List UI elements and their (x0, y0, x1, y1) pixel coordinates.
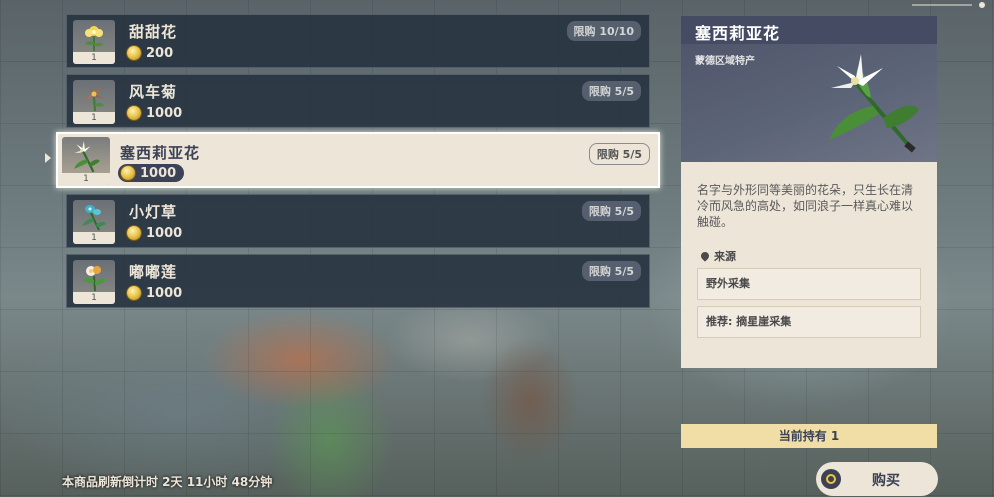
corner-ornament-icon (912, 2, 985, 8)
item-thumbnail: 1 (73, 200, 115, 244)
item-quantity: 1 (73, 232, 115, 244)
shop-item-sweet-flower[interactable]: 1 甜甜花 200 限购 10/10 (66, 14, 650, 68)
item-price: 1000 (127, 284, 182, 302)
purchase-limit-badge: 限购 5/5 (581, 81, 641, 101)
item-quantity: 1 (73, 292, 115, 304)
item-thumbnail: 1 (73, 80, 115, 124)
owned-count-bar: 当前持有 1 (681, 424, 937, 448)
purchase-limit-badge: 限购 5/5 (588, 143, 650, 165)
detail-header: 塞西莉亚花 蒙德区域特产 (681, 16, 937, 162)
shop-item-small-lamp-grass[interactable]: 1 小灯草 1000 限购 5/5 (66, 194, 650, 248)
source-heading: 来源 (699, 248, 736, 264)
item-price: 1000 (127, 224, 182, 242)
item-thumbnail: 1 (62, 137, 110, 185)
refresh-countdown: 本商品刷新倒计时 2天 11小时 48分钟 (62, 475, 273, 489)
detail-title-bar: 塞西莉亚花 (681, 16, 937, 44)
small-lamp-grass-icon (82, 205, 106, 231)
location-pin-icon (699, 250, 711, 262)
mora-coin-icon (127, 226, 141, 240)
sweet-flower-icon (85, 26, 103, 51)
source-heading-text: 来源 (714, 250, 736, 263)
item-detail-panel: 塞西莉亚花 蒙德区域特产 名字与外形同等美丽的花朵，只生长在清冷而风急的高处，如… (681, 16, 937, 368)
mora-coin-icon (121, 166, 135, 180)
item-name: 小灯草 (129, 203, 178, 221)
confirm-circle-icon (821, 469, 841, 489)
selection-arrow-icon (45, 153, 51, 163)
price-value: 200 (146, 45, 174, 61)
buy-button-label: 购买 (872, 473, 900, 489)
purchase-limit-badge: 限购 5/5 (581, 201, 641, 221)
mora-coin-icon (127, 106, 141, 120)
item-name: 塞西莉亚花 (120, 144, 201, 162)
price-value: 1000 (146, 105, 183, 121)
detail-region: 蒙德区域特产 (695, 56, 755, 67)
shop-item-windwheel-aster[interactable]: 1 风车菊 1000 限购 5/5 (66, 74, 650, 128)
item-thumbnail: 1 (73, 260, 115, 304)
mora-coin-icon (127, 286, 141, 300)
item-quantity: 1 (73, 112, 115, 124)
item-quantity: 1 (62, 173, 110, 185)
price-value: 1000 (146, 225, 183, 241)
source-entry: 野外采集 (697, 268, 921, 300)
price-value: 1000 (146, 285, 183, 301)
mora-coin-icon (127, 46, 141, 60)
detail-description: 名字与外形同等美丽的花朵，只生长在清冷而风急的高处，如同浪子一样真心难以触碰。 (697, 183, 914, 229)
price-value: 1000 (140, 165, 177, 181)
cecilia-icon (74, 141, 100, 173)
item-name: 风车菊 (129, 83, 178, 101)
item-price: 200 (127, 44, 173, 62)
purchase-limit-badge: 限购 5/5 (581, 261, 641, 281)
shop-item-calla-lily[interactable]: 1 嘟嘟莲 1000 限购 5/5 (66, 254, 650, 308)
item-quantity: 1 (73, 52, 115, 64)
shop-item-cecilia[interactable]: 1 塞西莉亚花 1000 限购 5/5 (56, 132, 660, 188)
item-name: 甜甜花 (129, 23, 178, 41)
source-entry: 推荐: 摘星崖采集 (697, 306, 921, 338)
cecilia-large-icon (829, 54, 919, 153)
buy-button[interactable]: 购买 (816, 462, 938, 496)
item-price: 1000 (127, 104, 182, 122)
windwheel-aster-icon (86, 86, 104, 112)
purchase-limit-badge: 限购 10/10 (566, 21, 641, 41)
calla-lily-icon (83, 266, 106, 292)
item-price: 1000 (118, 164, 185, 182)
detail-title: 塞西莉亚花 (695, 24, 781, 43)
item-name: 嘟嘟莲 (129, 263, 178, 281)
item-thumbnail: 1 (73, 20, 115, 64)
